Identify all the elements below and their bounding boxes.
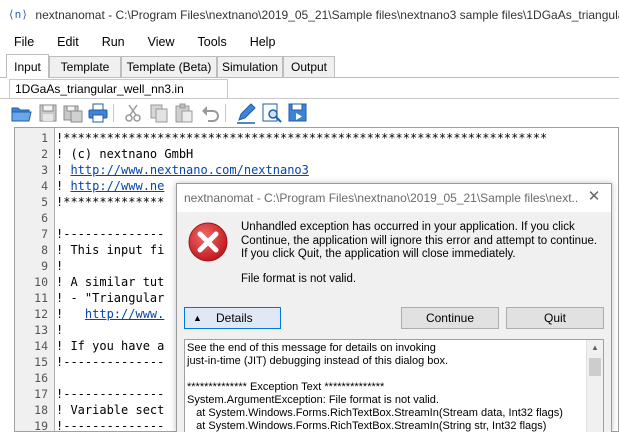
menu-file[interactable]: File	[14, 35, 34, 49]
edit-pencil-icon[interactable]	[235, 102, 257, 124]
line-number: 5	[41, 195, 48, 209]
menu-bar: File Edit Run View Tools Help	[0, 30, 619, 54]
collapse-arrow-icon: ▲	[193, 313, 202, 323]
code-line: ! (c) nextnano GmbH	[56, 147, 194, 161]
menu-help[interactable]: Help	[250, 35, 276, 49]
scroll-thumb[interactable]	[589, 358, 601, 376]
code-link[interactable]: http://www.	[85, 307, 164, 321]
details-textbox[interactable]: See the end of this message for details …	[184, 339, 604, 432]
continue-button[interactable]: Continue	[401, 307, 499, 329]
title-bar: ⟨n⟩ nextnanomat - C:\Program Files\nextn…	[0, 0, 619, 30]
line-number: 4	[41, 179, 48, 193]
close-icon[interactable]: ✕	[585, 188, 603, 206]
line-number: 15	[34, 355, 48, 369]
line-number: 10	[34, 275, 48, 289]
code-line: ! A similar tut	[56, 275, 165, 289]
line-number-gutter: 1 2 3 4 5 6 7 8 9 10 11 12 13 14 15 16 1…	[15, 128, 55, 431]
quit-button[interactable]: Quit	[506, 307, 604, 329]
line-number: 1	[41, 131, 48, 145]
code-line: !--------------	[56, 355, 165, 369]
code-line: ! If you have a	[56, 339, 165, 353]
window-title: nextnanomat - C:\Program Files\nextnano\…	[35, 8, 619, 22]
code-link[interactable]: http://www.ne	[70, 179, 164, 193]
error-detail-message: File format is not valid.	[241, 273, 357, 285]
code-comment: !	[56, 307, 85, 321]
save-as-icon[interactable]	[62, 102, 84, 124]
open-folder-icon[interactable]	[10, 102, 32, 124]
menu-run[interactable]: Run	[102, 35, 125, 49]
line-number: 13	[34, 323, 48, 337]
editor-toolbar	[10, 101, 619, 125]
exception-details-text: See the end of this message for details …	[187, 342, 563, 432]
find-icon[interactable]	[261, 102, 283, 124]
tab-template[interactable]: Template	[49, 56, 121, 78]
dialog-title: nextnanomat - C:\Program Files\nextnano\…	[184, 191, 579, 205]
cut-icon[interactable]	[122, 102, 144, 124]
code-line: !--------------	[56, 387, 165, 401]
menu-tools[interactable]: Tools	[198, 35, 227, 49]
copy-icon[interactable]	[148, 102, 170, 124]
code-line: !--------------	[56, 419, 165, 432]
vertical-scrollbar[interactable]: ▲	[586, 340, 603, 432]
save-run-icon[interactable]	[287, 102, 309, 124]
code-line: ! http://www.ne	[56, 178, 164, 194]
main-tabs: Input Template Template (Beta) Simulatio…	[0, 54, 619, 78]
line-number: 18	[34, 403, 48, 417]
code-line: ! http://www.	[56, 306, 164, 322]
save-icon[interactable]	[37, 102, 59, 124]
line-number: 2	[41, 147, 48, 161]
file-tab-divider	[0, 98, 619, 99]
line-number: 11	[34, 291, 48, 305]
tab-input[interactable]: Input	[6, 54, 49, 78]
nextnano-logo-icon: ⟨n⟩	[8, 8, 28, 21]
code-line: !	[56, 323, 64, 337]
code-line: ! Variable sect	[56, 403, 165, 417]
line-number: 17	[34, 387, 48, 401]
menu-view[interactable]: View	[148, 35, 175, 49]
line-number: 14	[34, 339, 48, 353]
line-number: 19	[34, 419, 48, 432]
dialog-title-bar[interactable]: nextnanomat - C:\Program Files\nextnano\…	[177, 184, 611, 212]
code-link[interactable]: http://www.nextnano.com/nextnano3	[70, 163, 308, 177]
toolbar-separator	[225, 104, 226, 122]
line-number: 6	[41, 211, 48, 225]
tab-simulation[interactable]: Simulation	[217, 56, 283, 78]
scroll-up-icon[interactable]: ▲	[587, 340, 603, 356]
code-line: !***************************************…	[56, 131, 548, 145]
code-line: !--------------	[56, 227, 165, 241]
code-line: !	[56, 259, 64, 273]
line-number: 12	[34, 307, 48, 321]
error-message: Unhandled exception has occurred in your…	[241, 221, 598, 261]
details-label: Details	[216, 311, 253, 325]
file-tab[interactable]: 1DGaAs_triangular_well_nn3.in	[9, 79, 228, 99]
code-comment: !	[56, 163, 71, 177]
code-comment: !	[56, 179, 71, 193]
exception-dialog: nextnanomat - C:\Program Files\nextnano\…	[176, 183, 612, 432]
undo-icon[interactable]	[199, 102, 221, 124]
code-line: ! http://www.nextnano.com/nextnano3	[56, 162, 309, 178]
toolbar-separator	[113, 104, 114, 122]
code-line: !**************	[56, 195, 165, 209]
details-toggle-button[interactable]: ▲ Details	[184, 307, 281, 329]
tabs-divider	[0, 77, 619, 78]
paste-icon[interactable]	[173, 102, 195, 124]
line-number: 16	[34, 371, 48, 385]
menu-edit[interactable]: Edit	[57, 35, 79, 49]
code-line: ! - "Triangular	[56, 291, 165, 305]
tab-template-beta[interactable]: Template (Beta)	[121, 56, 217, 78]
line-number: 8	[41, 243, 48, 257]
tab-output[interactable]: Output	[283, 56, 335, 78]
line-number: 9	[41, 259, 48, 273]
line-number: 3	[41, 163, 48, 177]
line-number: 7	[41, 227, 48, 241]
error-icon	[187, 221, 229, 263]
code-line: ! This input fi	[56, 243, 165, 257]
print-icon[interactable]	[87, 102, 109, 124]
